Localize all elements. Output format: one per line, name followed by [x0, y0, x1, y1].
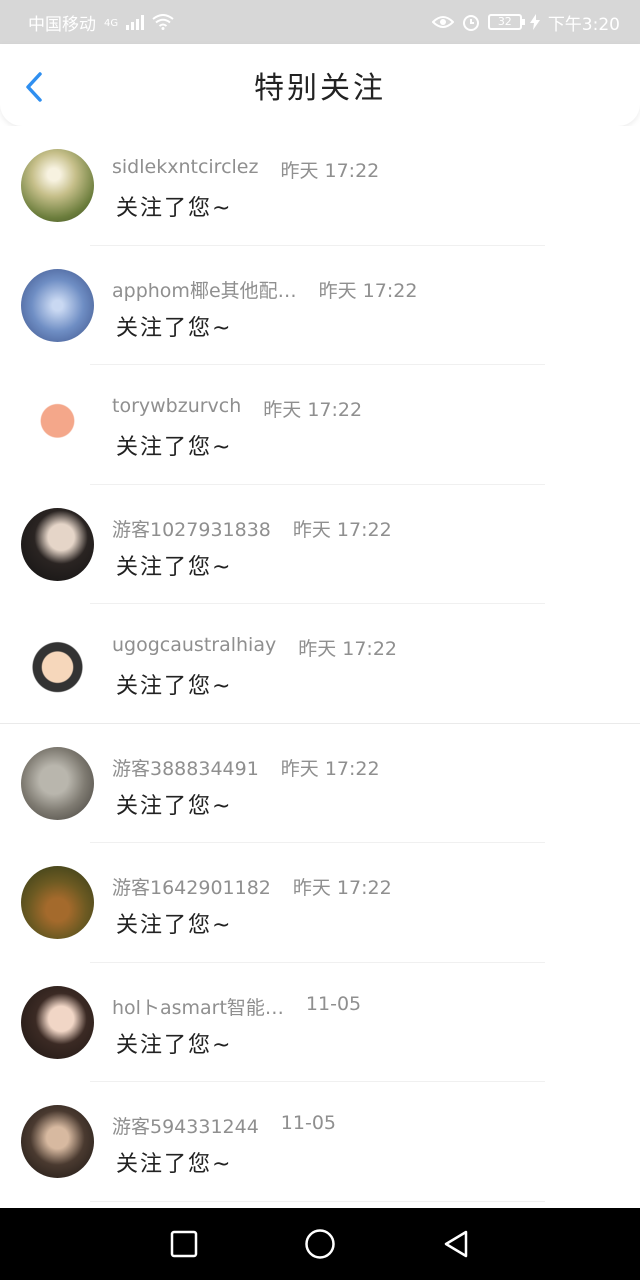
list-item[interactable]: 游客594331244 11-05 关注了您~	[0, 1082, 640, 1202]
user-name[interactable]: 游客1642901182	[112, 873, 271, 900]
eye-icon	[431, 16, 454, 28]
status-right: 32 下午3:20	[431, 10, 620, 35]
wifi-icon	[152, 14, 174, 30]
avatar[interactable]	[21, 866, 94, 939]
carrier-label: 中国移动	[28, 14, 96, 35]
system-back-button[interactable]	[433, 1221, 479, 1267]
timestamp: 昨天 17:22	[263, 399, 363, 421]
list-item[interactable]: 游客1642901182 昨天 17:22 关注了您~	[0, 843, 640, 963]
page-title: 特别关注	[254, 71, 386, 106]
signal-icon	[126, 14, 145, 30]
avatar[interactable]	[21, 627, 94, 700]
message-text: 关注了您~	[116, 913, 233, 938]
avatar[interactable]	[21, 149, 94, 222]
timestamp: 昨天 17:22	[292, 518, 392, 541]
clock-label: 下午3:20	[547, 14, 620, 35]
timestamp: 昨天 17:22	[318, 279, 418, 302]
list-item[interactable]: sidlekxntcirclez 昨天 17:22 关注了您~	[0, 126, 640, 246]
message-text: 关注了您~	[116, 674, 233, 699]
back-button[interactable]	[20, 70, 50, 104]
header: 特别关注	[0, 44, 640, 126]
alarm-icon	[462, 15, 479, 31]
user-name[interactable]: holトasmart智能…	[112, 993, 284, 1020]
avatar[interactable]	[21, 268, 94, 342]
message-text: 关注了您~	[116, 196, 233, 221]
user-name[interactable]: 游客388834491	[112, 754, 259, 781]
message-text: 关注了您~	[116, 554, 233, 580]
list-item[interactable]: 游客1027931838 昨天 17:22 关注了您~	[0, 485, 640, 604]
avatar[interactable]	[21, 1105, 94, 1178]
avatar[interactable]	[21, 985, 94, 1059]
chevron-left-icon	[26, 72, 42, 102]
avatar[interactable]	[21, 746, 94, 820]
list-item[interactable]: holトasmart智能… 11-05 关注了您~	[0, 963, 640, 1082]
list-item[interactable]: ugogcaustralhiay 昨天 17:22 关注了您~	[0, 604, 640, 724]
timestamp: 11-05	[305, 992, 362, 1015]
home-button[interactable]	[297, 1221, 343, 1267]
message-text: 关注了您~	[116, 1032, 233, 1058]
avatar[interactable]	[21, 388, 94, 461]
message-text: 关注了您~	[116, 315, 233, 341]
back-triangle-icon	[444, 1230, 468, 1258]
timestamp: 昨天 17:22	[280, 160, 380, 182]
battery-icon: 32	[487, 14, 525, 30]
message-text: 关注了您~	[116, 435, 233, 460]
recent-apps-icon	[170, 1230, 198, 1258]
recent-apps-button[interactable]	[161, 1221, 207, 1267]
timestamp: 昨天 17:22	[280, 757, 380, 780]
timestamp: 11-05	[280, 1112, 337, 1134]
list-item[interactable]: 游客388834491 昨天 17:22 关注了您~	[0, 724, 640, 843]
timestamp: 昨天 17:22	[292, 877, 392, 899]
timestamp: 昨天 17:22	[298, 638, 398, 660]
message-text: 关注了您~	[116, 1152, 233, 1177]
list-item[interactable]: apphom椰e其他配… 昨天 17:22 关注了您~	[0, 246, 640, 365]
avatar[interactable]	[21, 507, 94, 581]
follow-list: sidlekxntcirclez 昨天 17:22 关注了您~ apphom椰e…	[0, 126, 640, 1206]
user-name[interactable]: sidlekxntcirclez	[112, 156, 258, 183]
user-name[interactable]: 游客594331244	[112, 1112, 259, 1139]
message-text: 关注了您~	[116, 793, 233, 819]
network-label: 4G	[104, 17, 119, 29]
charging-icon	[529, 14, 540, 30]
divider	[90, 1200, 545, 1202]
status-bar: 中国移动 4G 32 下午3:20	[0, 0, 640, 44]
user-name[interactable]: 游客1027931838	[112, 515, 271, 542]
user-name[interactable]: ugogcaustralhiay	[112, 634, 276, 661]
user-name[interactable]: apphom椰e其他配…	[112, 276, 297, 303]
system-nav-bar	[0, 1208, 640, 1280]
home-icon	[305, 1229, 335, 1259]
user-name[interactable]: torywbzurvch	[112, 395, 241, 422]
status-left: 中国移动 4G	[28, 10, 174, 35]
list-item[interactable]: torywbzurvch 昨天 17:22 关注了您~	[0, 365, 640, 485]
